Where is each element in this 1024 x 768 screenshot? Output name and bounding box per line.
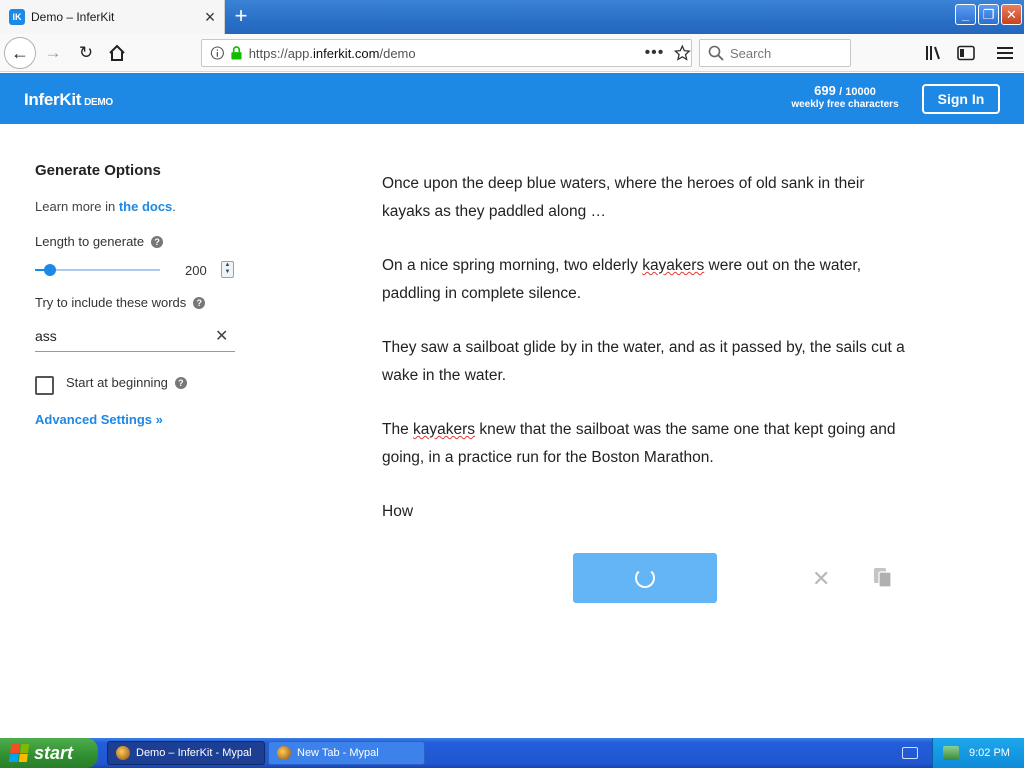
story-paragraph: The kayakers knew that the sailboat was … — [382, 421, 896, 466]
help-icon[interactable]: ? — [174, 376, 187, 389]
windows-logo-icon — [8, 744, 30, 762]
lock-icon — [231, 46, 242, 60]
keyboard-icon[interactable] — [902, 747, 918, 759]
tab-title: Demo – InferKit — [31, 10, 115, 24]
close-icon[interactable]: ✕ — [812, 566, 830, 592]
minimize-button[interactable]: _ — [955, 4, 976, 25]
length-slider[interactable] — [35, 264, 160, 276]
spelling-error: kayakers — [413, 421, 476, 438]
start-button[interactable]: start — [0, 738, 98, 768]
help-icon[interactable]: ? — [193, 296, 206, 309]
forward-button[interactable]: → — [42, 42, 64, 64]
spelling-error: kayakers — [642, 257, 705, 274]
brand-tag: DEMO — [84, 97, 113, 108]
clear-icon[interactable]: ✕ — [215, 326, 228, 346]
words-label: Try to include these words ? — [35, 295, 206, 310]
mypal-icon — [277, 746, 291, 760]
start-at-beginning-label: Start at beginning ? — [66, 375, 187, 390]
length-stepper[interactable]: ▲ ▼ — [221, 261, 234, 278]
tab-close-icon[interactable]: × — [201, 8, 219, 26]
include-words-input[interactable]: ass ✕ — [35, 320, 235, 352]
story-paragraph: How — [382, 503, 414, 520]
quota-label: weekly free characters — [791, 99, 899, 110]
story-paragraph: Once upon the deep blue waters, where th… — [382, 175, 865, 220]
arrow-left-icon: ← — [11, 42, 29, 63]
close-window-button[interactable]: ✕ — [1001, 4, 1022, 25]
menu-icon[interactable] — [994, 42, 1016, 64]
loading-spinner-icon — [635, 568, 655, 588]
network-icon[interactable] — [943, 746, 959, 760]
quota-used: 699 — [814, 83, 836, 98]
story-paragraph: They saw a sailboat glide by in the wate… — [382, 339, 905, 384]
brand-logo[interactable]: InferKit DEMO — [24, 90, 113, 110]
page-actions-icon[interactable]: ••• — [645, 44, 665, 62]
library-icon[interactable] — [923, 42, 945, 64]
search-bar[interactable]: Search — [699, 39, 851, 67]
navigation-toolbar: ← → ↻ https://app.inferkit.com/demo ••• … — [0, 34, 1024, 72]
length-label: Length to generate ? — [35, 234, 164, 249]
mypal-icon — [116, 746, 130, 760]
include-words-value[interactable]: ass — [35, 328, 215, 344]
docs-link[interactable]: the docs — [119, 199, 172, 214]
help-icon[interactable]: ? — [151, 235, 164, 248]
system-tray: 9:02 PM — [932, 738, 1024, 768]
copy-icon[interactable] — [873, 567, 893, 589]
search-placeholder: Search — [730, 45, 772, 61]
slider-thumb[interactable] — [44, 264, 56, 276]
url-bar[interactable]: https://app.inferkit.com/demo ••• — [201, 39, 692, 67]
new-tab-button[interactable]: + — [229, 5, 253, 29]
home-button[interactable] — [106, 42, 128, 64]
browser-tab[interactable]: IK Demo – InferKit × — [0, 0, 225, 34]
quota-total: / 10000 — [839, 86, 876, 98]
url-text: https://app.inferkit.com/demo — [248, 45, 416, 61]
inferkit-favicon-icon: IK — [9, 9, 25, 25]
taskbar-item-newtab[interactable]: New Tab - Mypal — [268, 741, 425, 765]
bookmark-star-icon[interactable] — [674, 44, 691, 62]
clock[interactable]: 9:02 PM — [969, 747, 1010, 759]
generate-button[interactable] — [573, 553, 717, 603]
app-header: InferKit DEMO 699 / 10000 weekly free cha… — [0, 73, 1024, 124]
options-title: Generate Options — [35, 162, 161, 179]
info-icon[interactable] — [210, 45, 225, 61]
advanced-settings-link[interactable]: Advanced Settings » — [35, 412, 163, 427]
reload-button[interactable]: ↻ — [75, 42, 97, 64]
length-value: 200 — [185, 263, 207, 278]
window-titlebar: IK Demo – InferKit × + _ ❐ ✕ — [0, 0, 1024, 34]
home-icon — [109, 44, 125, 61]
docs-line: Learn more in the docs. — [35, 199, 176, 214]
story-text-area[interactable]: Once upon the deep blue waters, where th… — [382, 170, 917, 553]
search-icon — [708, 45, 724, 61]
back-button[interactable]: ← — [4, 37, 36, 69]
taskbar-item-inferkit[interactable]: Demo – InferKit - Mypal — [107, 741, 265, 765]
character-quota: 699 / 10000 weekly free characters — [770, 83, 920, 110]
sign-in-button[interactable]: Sign In — [922, 84, 1000, 114]
restore-button[interactable]: ❐ — [978, 4, 999, 25]
windows-taskbar: start Demo – InferKit - Mypal New Tab - … — [0, 738, 1024, 768]
start-at-beginning-checkbox[interactable] — [35, 376, 54, 395]
story-paragraph: On a nice spring morning, two elderly ka… — [382, 257, 862, 302]
sidebar-toggle-icon[interactable] — [955, 42, 977, 64]
